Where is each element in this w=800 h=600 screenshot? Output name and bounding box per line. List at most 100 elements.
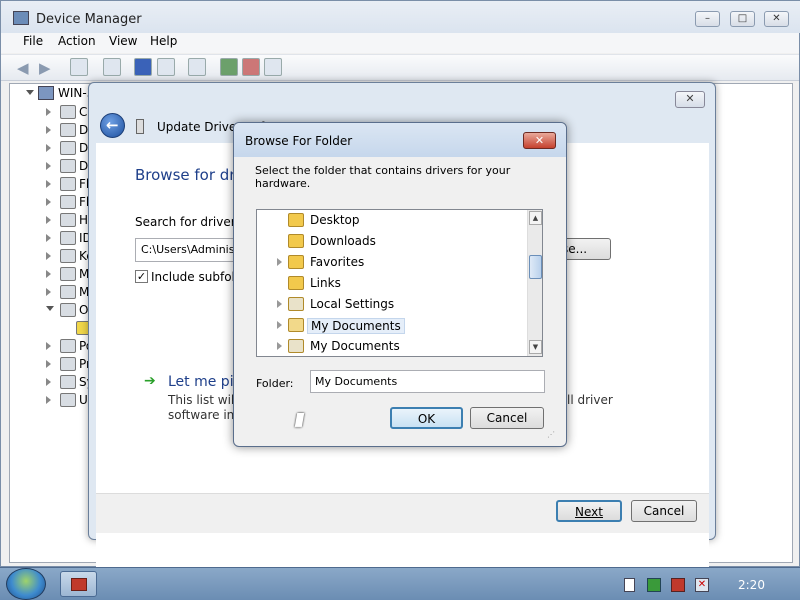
- ok-button[interactable]: OK: [390, 407, 463, 429]
- tree-item[interactable]: Ur: [10, 392, 93, 410]
- driver-path-value: C:\Users\Adminis: [141, 243, 235, 256]
- title-bar[interactable]: Device Manager – □ ✕: [1, 1, 800, 33]
- menu-file[interactable]: File: [23, 34, 43, 48]
- menu-action[interactable]: Action: [58, 34, 96, 48]
- include-subfolders-checkbox[interactable]: ✓: [135, 270, 148, 283]
- tree-item[interactable]: Ke: [10, 248, 94, 266]
- device-category-icon: [60, 285, 76, 299]
- tree-item[interactable]: [10, 320, 92, 338]
- expand-arrow-icon[interactable]: [46, 306, 54, 311]
- help-icon[interactable]: [134, 58, 152, 76]
- pick-description-line1-end: ll driver: [567, 393, 613, 407]
- disable-device-icon[interactable]: [264, 58, 282, 76]
- wizard-close-button[interactable]: ✕: [675, 91, 705, 108]
- expand-arrow-icon[interactable]: [277, 321, 282, 329]
- expand-arrow-icon[interactable]: [46, 378, 51, 386]
- expand-arrow-icon[interactable]: [46, 342, 51, 350]
- expand-arrow-icon[interactable]: [46, 126, 51, 134]
- expand-arrow-icon[interactable]: [46, 144, 51, 152]
- folder-item[interactable]: Downloads: [257, 231, 525, 252]
- tray-security-icon[interactable]: [647, 578, 661, 592]
- expand-arrow-icon[interactable]: [46, 180, 51, 188]
- tree-item[interactable]: Co: [10, 104, 95, 122]
- expand-arrow-icon[interactable]: [46, 252, 51, 260]
- tree-item[interactable]: Fl: [10, 176, 90, 194]
- collapse-icon[interactable]: [26, 90, 34, 95]
- scroll-down-icon[interactable]: ▼: [529, 340, 542, 354]
- wizard-cancel-button[interactable]: Cancel: [631, 500, 697, 522]
- tree-item[interactable]: Fl: [10, 194, 90, 212]
- folder-tree[interactable]: Desktop Downloads Favorites Links Local Sett…: [256, 209, 543, 357]
- device-manager-taskbar-icon: [71, 578, 87, 591]
- tray-network-icon[interactable]: [671, 578, 685, 592]
- start-button[interactable]: [6, 568, 46, 600]
- expand-arrow-icon[interactable]: [46, 198, 51, 206]
- tree-item[interactable]: Ot: [10, 302, 93, 320]
- tree-item[interactable]: Di: [10, 140, 92, 158]
- properties-icon[interactable]: [103, 58, 121, 76]
- minimize-button[interactable]: –: [695, 11, 720, 27]
- scroll-thumb[interactable]: [529, 255, 542, 279]
- taskbar-clock[interactable]: 2:20: [738, 578, 765, 592]
- expand-arrow-icon[interactable]: [46, 216, 51, 224]
- close-button[interactable]: ✕: [764, 11, 789, 27]
- menu-help[interactable]: Help: [150, 34, 177, 48]
- folder-item[interactable]: Desktop: [257, 210, 525, 231]
- folder-tree-scrollbar[interactable]: ▲ ▼: [527, 210, 542, 356]
- device-category-icon: [60, 159, 76, 173]
- resize-grip-icon[interactable]: ⋰: [547, 430, 555, 439]
- device-category-icon: [60, 231, 76, 245]
- action-pane-icon[interactable]: [157, 58, 175, 76]
- tree-item[interactable]: Mi: [10, 266, 93, 284]
- dialog-cancel-button[interactable]: Cancel: [470, 407, 544, 429]
- folder-item[interactable]: Local Settings: [257, 294, 525, 315]
- let-me-pick-link[interactable]: Let me pi: [168, 374, 234, 390]
- show-hide-tree-icon[interactable]: [70, 58, 88, 76]
- expand-arrow-icon[interactable]: [46, 396, 51, 404]
- uninstall-icon[interactable]: [242, 58, 260, 76]
- tree-item[interactable]: ID: [10, 230, 92, 248]
- folder-item[interactable]: My Documents: [257, 336, 525, 356]
- pick-description-line2: software in t: [168, 408, 243, 422]
- tree-item[interactable]: DV: [10, 158, 96, 176]
- browse-for-folder-dialog: Browse For Folder ✕ Select the folder th…: [233, 122, 567, 447]
- dialog-title: Browse For Folder: [245, 134, 353, 148]
- expand-arrow-icon[interactable]: [46, 360, 51, 368]
- folder-item[interactable]: My Documents: [257, 315, 525, 336]
- expand-arrow-icon[interactable]: [277, 300, 282, 308]
- update-driver-icon[interactable]: [220, 58, 238, 76]
- maximize-button[interactable]: □: [730, 11, 755, 27]
- expand-arrow-icon[interactable]: [46, 270, 51, 278]
- driver-path-input[interactable]: C:\Users\Adminis: [135, 238, 245, 262]
- scan-hardware-icon[interactable]: [188, 58, 206, 76]
- dialog-close-button[interactable]: ✕: [523, 132, 556, 149]
- tree-item[interactable]: Pr: [10, 356, 91, 374]
- tree-item[interactable]: M: [10, 284, 90, 302]
- tree-item[interactable]: Po: [10, 338, 93, 356]
- menu-view[interactable]: View: [109, 34, 137, 48]
- expand-arrow-icon[interactable]: [277, 342, 282, 350]
- next-button[interactable]: Next: [556, 500, 622, 522]
- expand-arrow-icon[interactable]: [277, 258, 282, 266]
- tree-item[interactable]: Di: [10, 122, 92, 140]
- expand-arrow-icon[interactable]: [46, 162, 51, 170]
- tree-item[interactable]: Sy: [10, 374, 94, 392]
- folder-item-label: Favorites: [310, 255, 365, 269]
- folder-item[interactable]: Favorites: [257, 252, 525, 273]
- wizard-back-button[interactable]: ←: [100, 113, 125, 138]
- folder-input[interactable]: My Documents: [310, 370, 545, 393]
- expand-arrow-icon[interactable]: [46, 108, 51, 116]
- expand-arrow-icon[interactable]: [46, 234, 51, 242]
- scroll-up-icon[interactable]: ▲: [529, 211, 542, 225]
- folder-item[interactable]: Links: [257, 273, 525, 294]
- forward-arrow-icon[interactable]: ▶: [39, 59, 51, 77]
- folder-item-label: Desktop: [310, 213, 360, 227]
- tray-volume-muted-icon[interactable]: ✕: [695, 578, 709, 592]
- expand-arrow-icon[interactable]: [46, 288, 51, 296]
- device-category-icon: [60, 195, 76, 209]
- taskbar-device-manager-button[interactable]: [60, 571, 97, 597]
- dialog-title-bar[interactable]: Browse For Folder ✕: [234, 123, 566, 157]
- back-arrow-icon[interactable]: ◀: [17, 59, 29, 77]
- tree-item[interactable]: Hu: [10, 212, 96, 230]
- tray-document-icon[interactable]: [624, 578, 635, 592]
